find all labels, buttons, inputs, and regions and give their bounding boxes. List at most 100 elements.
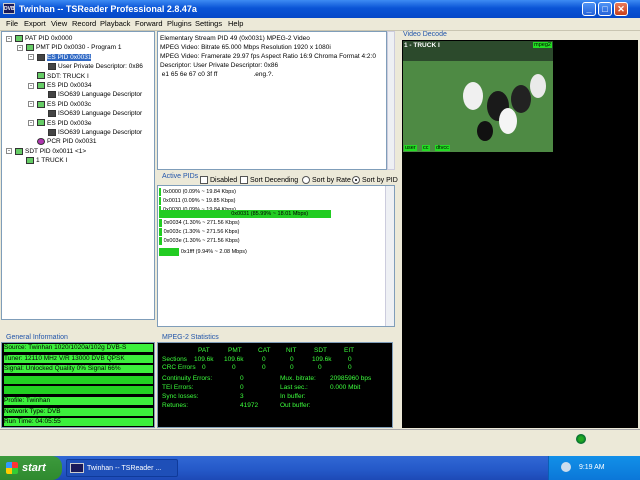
crc-value: 0 [202, 364, 206, 371]
general-info-line: Tuner: 12110 MHz V/R 13000 DVB QPSK [4, 354, 153, 363]
tree-node-label: PAT PID 0x0000 [25, 35, 73, 42]
pid-rate-bar [159, 219, 162, 227]
tree-node-icon [26, 44, 34, 52]
pid-list-scrollbar[interactable] [385, 186, 394, 326]
tree-node[interactable]: 1 TRUCK I [26, 156, 67, 165]
tree-node[interactable]: ISO639 Language Descriptor [48, 90, 142, 99]
menu-settings[interactable]: Settings [195, 19, 222, 29]
general-info-line: Profile: Twinhan [4, 397, 153, 405]
sort-by-pid-radio[interactable]: Sort by PID [352, 176, 398, 185]
maximize-button[interactable]: □ [598, 2, 612, 16]
tree-node[interactable]: ISO639 Language Descriptor [48, 128, 142, 137]
pid-rate-bar [159, 237, 162, 245]
app-icon[interactable]: DVB [3, 3, 15, 14]
tree-node[interactable]: SDT PID 0x0011 <1> [15, 147, 86, 156]
start-button[interactable]: start [0, 456, 62, 480]
tsreader-icon [70, 463, 84, 474]
radiation-icon [576, 434, 586, 444]
close-button[interactable]: ✕ [614, 2, 628, 16]
pid-tree[interactable]: - PAT PID 0x0000- PMT PID 0x0030 - Program… [1, 31, 155, 320]
tree-expander[interactable]: - [28, 54, 34, 61]
sync-value: 3 [240, 393, 244, 400]
general-info-line: Source: Twinhan 1020/1020a/102g DVB-S [4, 344, 153, 352]
tree-node-label: SDT PID 0x0011 <1> [25, 147, 87, 155]
tree-expander[interactable]: - [28, 101, 34, 108]
mux-value: 20985960 bps [330, 375, 372, 382]
tree-node[interactable]: ES PID 0x003c [37, 100, 91, 109]
menu-help[interactable]: Help [228, 19, 243, 29]
tree-node[interactable]: ISO639 Language Descriptor [48, 109, 142, 118]
sort-by-rate-radio[interactable]: Sort by Rate [302, 176, 351, 185]
system-tray: 9:19 AM [548, 456, 640, 480]
video-decode-panel[interactable]: 1 - TRUCK I mpeg2 user cc dtvcc [402, 40, 638, 428]
pid-rate-bar [159, 228, 162, 236]
tree-expander[interactable]: - [28, 82, 34, 89]
tree-node[interactable]: PMT PID 0x0030 - Program 1 [26, 43, 122, 52]
general-info-line: Run Time: 04:05:55 [4, 418, 153, 427]
video-dtvcc-tag: dtvcc [435, 145, 450, 151]
pid-row-label: 0x0011 (0.09% ~ 19.85 Kbps) [163, 198, 236, 204]
minimize-button[interactable]: _ [582, 2, 596, 16]
tree-expander[interactable]: - [6, 148, 12, 155]
tree-expander[interactable]: - [6, 35, 12, 42]
tree-node[interactable]: ES PID 0x003e [37, 119, 91, 128]
tree-node-icon [37, 119, 45, 127]
crc-value: 0 [348, 364, 352, 371]
tree-node-icon [48, 91, 56, 99]
descriptor-scrollbar[interactable] [387, 31, 395, 170]
sync-label: Sync losses: [162, 393, 199, 400]
tray-icon[interactable] [561, 462, 571, 473]
video-user-tag: user [404, 145, 417, 151]
tree-node-label: 1 TRUCK I [36, 157, 68, 165]
disabled-checkbox[interactable]: Disabled [200, 176, 237, 185]
tree-node[interactable]: SDT: TRUCK I [37, 72, 89, 81]
general-info-line [4, 386, 153, 395]
menu-playback[interactable]: Playback [100, 19, 130, 29]
sections-value: 109.6k [194, 356, 214, 363]
menu-view[interactable]: View [51, 19, 67, 29]
status-bar [0, 429, 640, 448]
video-frame: 1 - TRUCK I mpeg2 user cc dtvcc [403, 41, 553, 152]
sections-value: 0 [290, 356, 294, 363]
tree-expander[interactable]: - [17, 44, 23, 51]
menu-file[interactable]: File [6, 19, 18, 29]
sort-descending-checkbox[interactable]: Sort Decending [240, 176, 298, 185]
tree-node-label: ES PID 0x003c [47, 100, 92, 108]
general-info-line [4, 375, 153, 384]
pid-row-label: 0x003c (1.30% ~ 271.56 Kbps) [163, 229, 240, 235]
tei-value: 0 [240, 384, 244, 391]
windows-logo-icon [6, 462, 18, 475]
video-decode-title: Video Decode [403, 31, 447, 38]
descriptor-line: e1 65 6e 67 c0 3f ff .eng.?. [160, 71, 274, 78]
menu-record[interactable]: Record [72, 19, 96, 29]
tree-node[interactable]: ES PID 0x0034 [37, 81, 91, 90]
menu-export[interactable]: Export [24, 19, 46, 29]
tree-node[interactable]: User Private Descriptor: 0x86 [48, 62, 143, 71]
title-bar[interactable]: DVB Twinhan -- TSReader Professional 2.8… [0, 0, 640, 18]
tree-node[interactable]: ES PID 0x0031 [37, 53, 92, 62]
menu-forward[interactable]: Forward [135, 19, 163, 29]
sections-value: 0 [348, 356, 352, 363]
taskbar-app-button[interactable]: Twinhan -- TSReader ... [66, 459, 178, 477]
stat-header: EIT [344, 347, 355, 354]
tree-node-label: SDT: TRUCK I [47, 72, 89, 80]
main-window: DVB Twinhan -- TSReader Professional 2.8… [0, 0, 640, 456]
tree-expander[interactable]: - [28, 120, 34, 127]
start-label: start [22, 462, 46, 474]
tree-node[interactable]: PCR PID 0x0031 [37, 137, 97, 146]
menu-plugins[interactable]: Plugins [167, 19, 192, 29]
mux-label: Mux. bitrate: [280, 375, 316, 382]
sections-value: 109.6k [312, 356, 332, 363]
active-pid-list[interactable]: 0x0000 (0.09% ~ 19.84 Kbps) 0x0011 (0.09%… [157, 185, 395, 327]
sections-value: 0 [262, 356, 266, 363]
pid-row-label: 0x0031 (85.99% ~ 18.01 Mbps) [231, 211, 309, 217]
menu-bar: File Export View Record Playback Forward… [0, 18, 640, 31]
tree-node-icon [48, 109, 56, 117]
taskbar: start Twinhan -- TSReader ... 9:19 AM [0, 456, 640, 480]
retunes-label: Retunes: [162, 402, 189, 409]
descriptor-line: Elementary Stream PID 49 (0x0031) MPEG-2… [160, 35, 310, 42]
crc-value: 0 [290, 364, 294, 371]
tree-node[interactable]: PAT PID 0x0000 [15, 34, 72, 43]
tree-node-icon [26, 156, 34, 164]
continuity-label: Continuity Errors: [162, 375, 213, 382]
